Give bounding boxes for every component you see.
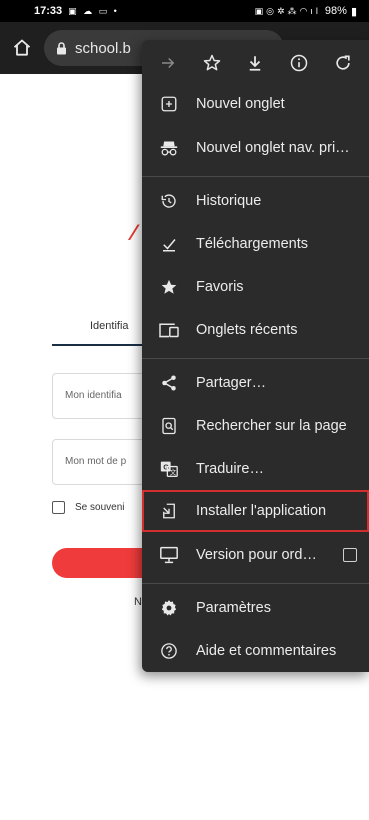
system-indicators: ▣◎✲⁂◠ıl 98% ▮ bbox=[255, 5, 357, 18]
desktop-icon bbox=[160, 546, 178, 564]
find-in-page-icon bbox=[162, 417, 176, 435]
menu-divider bbox=[142, 583, 369, 584]
info-icon bbox=[291, 54, 308, 72]
tab-underline bbox=[52, 344, 144, 346]
reload-icon bbox=[336, 55, 350, 70]
menu-item-desktop-version[interactable]: Version pour ord… bbox=[142, 534, 369, 576]
site-logo: ⁄ bbox=[132, 220, 136, 245]
star-outline-icon bbox=[203, 54, 220, 71]
forward-button[interactable] bbox=[155, 50, 181, 76]
install-app-icon bbox=[163, 503, 175, 519]
menu-item-label: Partager… bbox=[196, 375, 267, 391]
incognito-icon bbox=[160, 141, 178, 156]
menu-item-label: Traduire… bbox=[196, 461, 264, 477]
forward-arrow-icon bbox=[161, 57, 175, 69]
download-icon bbox=[250, 56, 261, 71]
page-info-button[interactable] bbox=[286, 50, 312, 76]
menu-item-settings[interactable]: Paramètres bbox=[142, 587, 369, 629]
remember-checkbox[interactable] bbox=[52, 501, 65, 514]
lock-icon bbox=[57, 41, 66, 54]
menu-item-share[interactable]: Partager… bbox=[142, 362, 369, 404]
menu-item-label: Historique bbox=[196, 193, 262, 209]
menu-item-new-tab[interactable]: Nouvel onglet bbox=[142, 83, 369, 125]
menu-item-label: Paramètres bbox=[196, 600, 271, 616]
settings-icon bbox=[161, 600, 177, 616]
menu-item-find-in-page[interactable]: Rechercher sur la page bbox=[142, 405, 369, 447]
menu-item-history[interactable]: Historique bbox=[142, 180, 369, 222]
menu-item-downloads[interactable]: Téléchargements bbox=[142, 223, 369, 265]
menu-item-label: Installer l'application bbox=[196, 503, 327, 519]
home-icon bbox=[13, 39, 31, 56]
menu-divider bbox=[142, 176, 369, 177]
system-status-icons: ▣◎✲⁂◠ıl bbox=[254, 5, 321, 16]
menu-item-label: Rechercher sur la page bbox=[196, 418, 347, 434]
menu-item-help[interactable]: Aide et commentaires bbox=[142, 630, 369, 672]
menu-toolbar bbox=[142, 40, 369, 86]
menu-item-label: Aide et commentaires bbox=[196, 643, 337, 659]
notification-icons: ▣ ☁ ▭ • bbox=[68, 5, 119, 16]
menu-item-label: Nouvel onglet nav. pri… bbox=[196, 140, 350, 156]
menu-divider bbox=[142, 358, 369, 359]
menu-item-install-app[interactable]: Installer l'application bbox=[142, 490, 369, 532]
menu-item-recent-tabs[interactable]: Onglets récents bbox=[142, 309, 369, 351]
reload-button[interactable] bbox=[330, 50, 356, 76]
status-time: 17:33 bbox=[34, 5, 63, 17]
battery-level: 98% bbox=[324, 5, 347, 17]
share-icon bbox=[162, 375, 176, 391]
desktop-version-checkbox[interactable] bbox=[343, 548, 357, 562]
bookmark-button[interactable] bbox=[199, 50, 225, 76]
home-button[interactable] bbox=[10, 36, 34, 60]
status-bar: 17:33 ▣ ☁ ▭ • ▣◎✲⁂◠ıl 98% ▮ bbox=[0, 0, 369, 22]
tab-identification[interactable]: Identifia bbox=[90, 320, 129, 332]
menu-item-incognito[interactable]: Nouvel onglet nav. pri… bbox=[142, 127, 369, 169]
partial-link-text: N bbox=[134, 596, 142, 608]
menu-item-translate[interactable]: G文 Traduire… bbox=[142, 448, 369, 490]
star-icon bbox=[161, 279, 177, 294]
menu-item-label: Onglets récents bbox=[196, 322, 298, 338]
new-tab-icon bbox=[161, 96, 177, 112]
svg-text:文: 文 bbox=[170, 467, 177, 476]
downloads-icon bbox=[163, 239, 176, 252]
remember-label: Se souveni bbox=[75, 502, 125, 513]
help-icon bbox=[161, 643, 177, 659]
menu-item-label: Téléchargements bbox=[196, 236, 309, 252]
menu-item-label: Favoris bbox=[196, 279, 244, 295]
history-icon bbox=[161, 194, 176, 208]
remember-me[interactable]: Se souveni bbox=[52, 501, 124, 514]
menu-item-bookmarks[interactable]: Favoris bbox=[142, 266, 369, 308]
translate-icon: G文 bbox=[160, 461, 178, 478]
menu-item-label: Version pour ord… bbox=[196, 547, 317, 563]
browser-menu: Nouvel onglet Nouvel onglet nav. pri… Hi… bbox=[142, 40, 369, 672]
recent-tabs-icon bbox=[159, 323, 179, 338]
battery-icon: ▮ bbox=[350, 5, 357, 18]
download-page-button[interactable] bbox=[242, 50, 268, 76]
url-text: school.b bbox=[75, 39, 131, 57]
menu-item-label: Nouvel onglet bbox=[196, 96, 285, 112]
